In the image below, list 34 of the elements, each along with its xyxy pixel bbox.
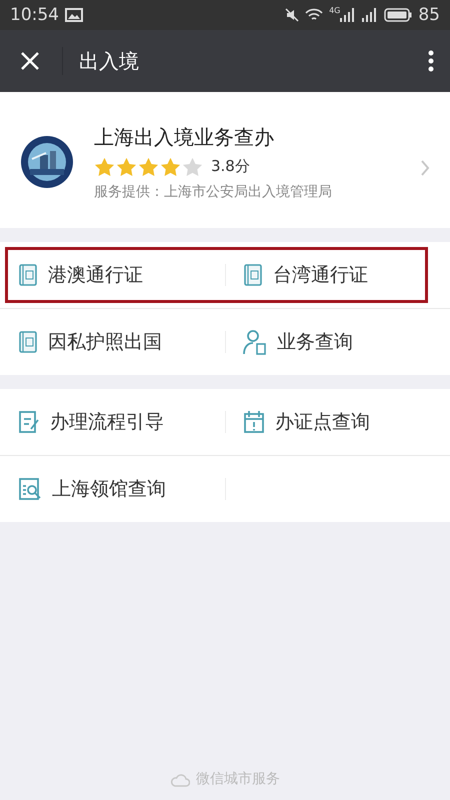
- menu-item[interactable]: 港澳通行证: [0, 242, 225, 308]
- document-edit-icon: [18, 410, 40, 434]
- more-icon: [428, 50, 434, 72]
- footer-text: 微信城市服务: [196, 770, 280, 788]
- image-icon: [65, 8, 83, 22]
- wifi-icon: [305, 8, 324, 22]
- signal-icon: [362, 8, 378, 22]
- menu-item[interactable]: 台湾通行证: [225, 242, 450, 308]
- service-name: 上海出入境业务查办: [94, 124, 275, 150]
- battery-icon: [384, 8, 412, 22]
- page-title: 出入境: [79, 48, 140, 74]
- battery-level: 85: [418, 5, 440, 25]
- provider-text: 服务提供：上海市公安局出入境管理局: [94, 182, 333, 200]
- menu-item[interactable]: 业务查询: [225, 309, 450, 375]
- signal-icon: [340, 8, 356, 22]
- mute-icon: [285, 8, 300, 22]
- calendar-icon: [243, 410, 265, 434]
- emblem-icon: [20, 135, 74, 189]
- chevron-right-icon: [420, 159, 430, 177]
- book-icon: [243, 263, 263, 287]
- status-time: 10:54: [10, 5, 59, 25]
- user-icon: [243, 329, 267, 355]
- cloud-icon: [170, 771, 190, 787]
- network-label: 4G: [329, 6, 340, 15]
- document-search-icon: [18, 477, 42, 501]
- menu-item[interactable]: 办理流程引导: [0, 389, 225, 455]
- rating-score: 3.8分: [211, 157, 250, 176]
- book-icon: [18, 263, 38, 287]
- service-card[interactable]: 上海出入境业务查办 3.8分 服务提供：上海市公安局出入境管理局: [0, 92, 450, 228]
- menu-item[interactable]: 上海领馆查询: [0, 456, 225, 522]
- menu-item[interactable]: 因私护照出国: [0, 309, 225, 375]
- menu-item[interactable]: 办证点查询: [225, 389, 450, 455]
- close-button[interactable]: [20, 50, 42, 72]
- book-icon: [18, 330, 38, 354]
